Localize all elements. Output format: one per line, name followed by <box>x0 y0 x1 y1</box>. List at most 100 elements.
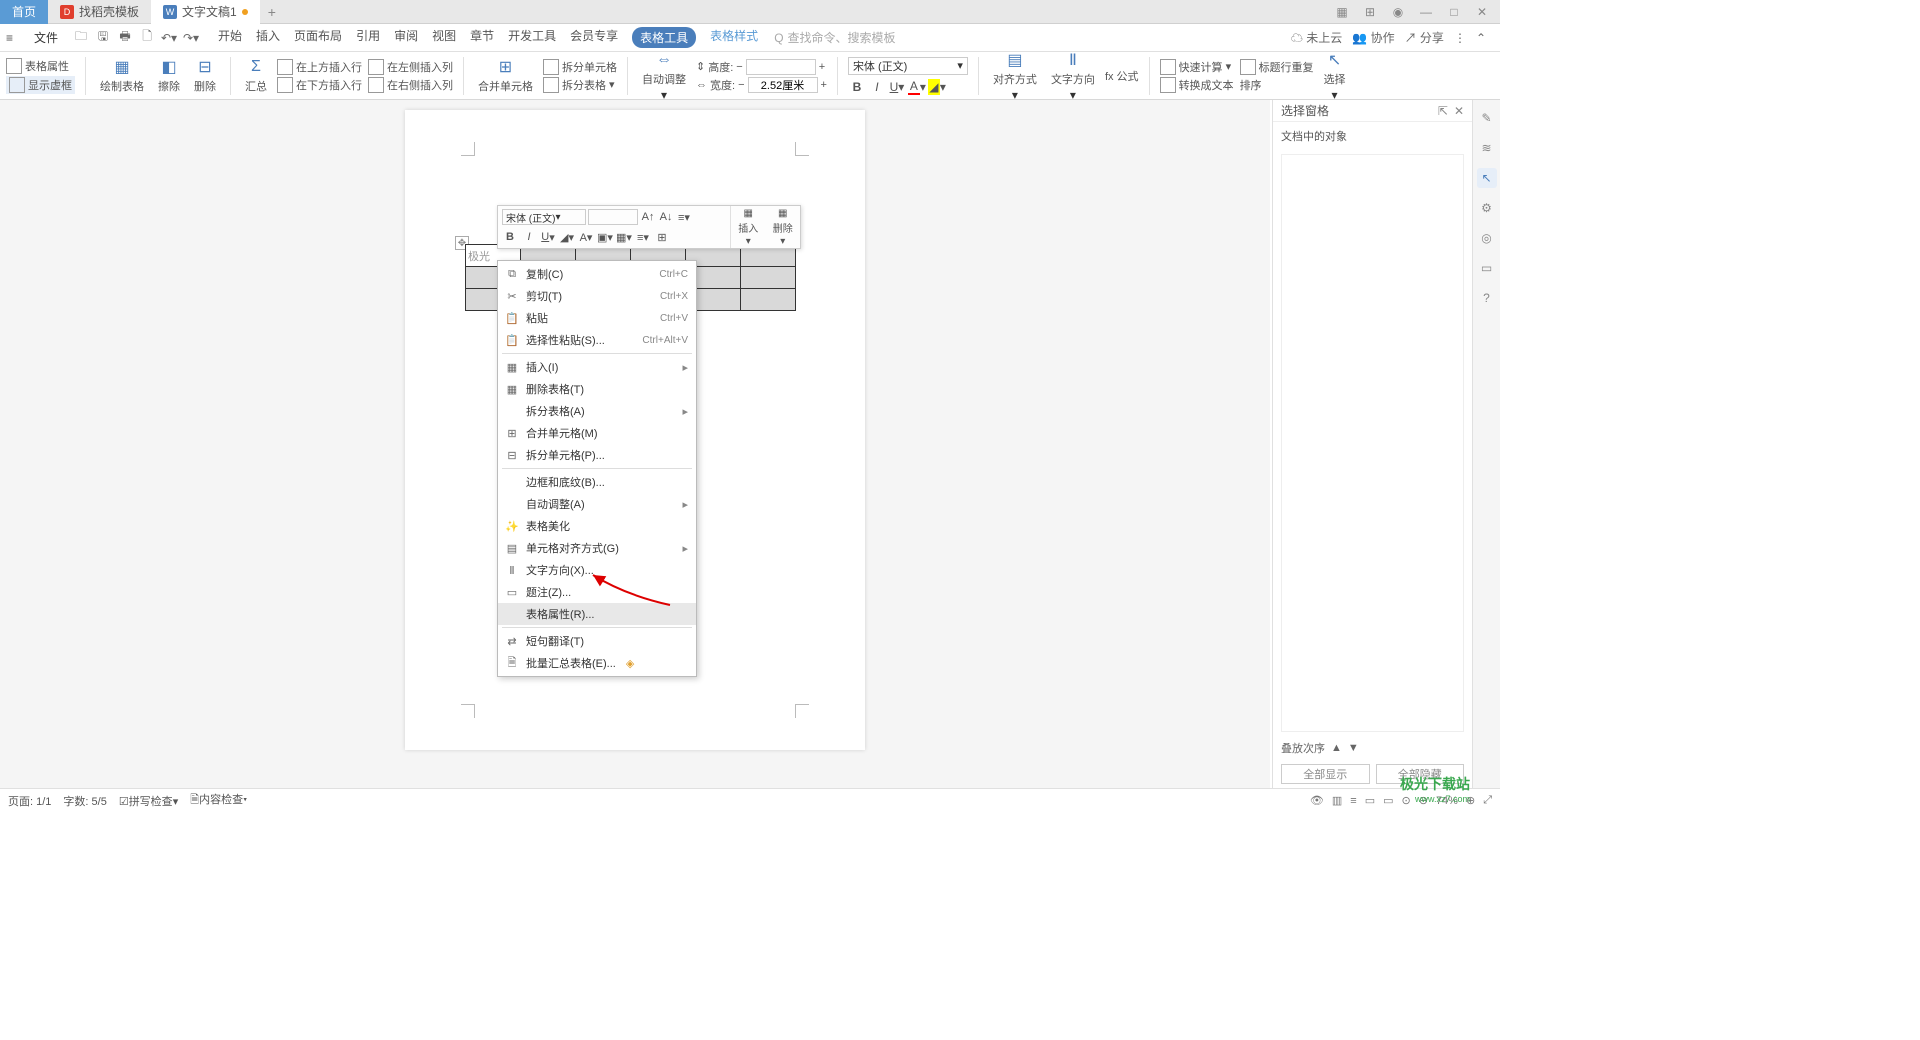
ctx-delete-table[interactable]: ▦删除表格(T) <box>498 378 696 400</box>
italic-icon[interactable]: I <box>521 229 537 245</box>
ctx-translate[interactable]: ⇄短句翻译(T) <box>498 630 696 652</box>
rib-ins-right[interactable]: 在右侧插入列 <box>368 77 453 93</box>
rib-sum[interactable]: Σ汇总 <box>241 57 271 94</box>
zoom-in-icon[interactable]: ⊕ <box>1466 794 1475 807</box>
ctx-insert[interactable]: ▦插入(I)▸ <box>498 356 696 378</box>
menu-view[interactable]: 视图 <box>432 27 456 48</box>
apps-icon[interactable]: ⊞ <box>1360 5 1380 19</box>
pin-icon[interactable]: ⇱ <box>1438 104 1448 118</box>
view-read-icon[interactable]: ▭ <box>1383 794 1393 807</box>
command-search[interactable]: Q 查找命令、搜索模板 <box>774 29 895 46</box>
side-help-icon[interactable]: ? <box>1477 288 1497 308</box>
tab-home[interactable]: 首页 <box>0 0 48 24</box>
rib-delete[interactable]: ⊟删除 <box>190 57 220 94</box>
mini-font-select[interactable]: 宋体 (正文) ▾ <box>502 209 586 225</box>
ctx-merge-cell[interactable]: ⊞合并单元格(M) <box>498 422 696 444</box>
ctx-split-cell[interactable]: ⊟拆分单元格(P)... <box>498 444 696 466</box>
highlight-icon[interactable]: ◢▾ <box>559 229 575 245</box>
layout-icon[interactable]: ▦ <box>1332 5 1352 19</box>
maximize-button[interactable]: □ <box>1444 5 1464 19</box>
menu-dev[interactable]: 开发工具 <box>508 27 556 48</box>
menu-insert[interactable]: 插入 <box>256 27 280 48</box>
focus-icon[interactable]: ⊙ <box>1402 794 1411 807</box>
side-select-icon[interactable]: ↖ <box>1477 168 1497 188</box>
ctx-paste[interactable]: 📋粘贴Ctrl+V <box>498 307 696 329</box>
expand-icon[interactable]: ⌃ <box>1476 31 1486 45</box>
menu-layout[interactable]: 页面布局 <box>294 27 342 48</box>
save-icon[interactable]: 🖫 <box>94 29 112 47</box>
close-button[interactable]: ✕ <box>1472 5 1492 19</box>
rib-textdir[interactable]: Ⅱ文字方向▾ <box>1047 50 1099 102</box>
share-button[interactable]: ↗ 分享 <box>1405 29 1444 46</box>
side-settings-icon[interactable]: ⚙ <box>1477 198 1497 218</box>
ctx-cut[interactable]: ✂剪切(T)Ctrl+X <box>498 285 696 307</box>
menu-start[interactable]: 开始 <box>218 27 242 48</box>
view-outline-icon[interactable]: ≡ <box>1350 795 1356 807</box>
menu-chapter[interactable]: 章节 <box>470 27 494 48</box>
tab-add[interactable]: + <box>260 0 284 24</box>
menu-member[interactable]: 会员专享 <box>570 27 618 48</box>
menu-review[interactable]: 审阅 <box>394 27 418 48</box>
tab-document[interactable]: W文字文稿1 <box>151 0 260 24</box>
rib-width[interactable]: ⇔宽度: − + <box>696 77 827 93</box>
bold-icon[interactable]: B <box>502 229 518 245</box>
tab-templates[interactable]: D找稻壳模板 <box>48 0 151 24</box>
ctx-copy[interactable]: ⧉复制(C)Ctrl+C <box>498 263 696 285</box>
align-icon[interactable]: ≡▾ <box>635 229 651 245</box>
side-book-icon[interactable]: ▭ <box>1477 258 1497 278</box>
view-web-icon[interactable]: ▭ <box>1365 794 1375 807</box>
width-input[interactable] <box>748 77 818 93</box>
redo-icon[interactable]: ↷▾ <box>182 29 200 47</box>
rib-ins-below[interactable]: 在下方插入行 <box>277 77 362 93</box>
hamburger-icon[interactable]: ≡ <box>6 31 24 45</box>
underline-icon[interactable]: U▾ <box>540 229 556 245</box>
side-pencil-icon[interactable]: ✎ <box>1477 108 1497 128</box>
border-icon[interactable]: ▦▾ <box>616 229 632 245</box>
rib-show-vframe[interactable]: 显示虚框 <box>6 76 75 94</box>
ctx-split-table[interactable]: 拆分表格(A)▸ <box>498 400 696 422</box>
font-select[interactable]: 宋体 (正文)▾ <box>848 57 968 75</box>
user-avatar-icon[interactable]: ◉ <box>1388 5 1408 19</box>
move-up-icon[interactable]: ▲ <box>1331 742 1342 754</box>
rib-fx[interactable]: fx 公式 <box>1105 68 1139 84</box>
menu-table-tools[interactable]: 表格工具 <box>632 27 696 48</box>
ctx-paste-special[interactable]: 📋选择性粘贴(S)...Ctrl+Alt+V <box>498 329 696 351</box>
move-down-icon[interactable]: ▼ <box>1348 742 1359 754</box>
cloud-status[interactable]: ☁ 未上云 <box>1291 29 1342 46</box>
bold-button[interactable]: B <box>848 79 866 95</box>
rib-align[interactable]: ▤对齐方式▾ <box>989 50 1041 102</box>
rib-split-cell[interactable]: 拆分单元格 <box>543 59 617 75</box>
decrease-font-icon[interactable]: A↓ <box>658 209 674 225</box>
ctx-autofit[interactable]: 自动调整(A)▸ <box>498 493 696 515</box>
rib-erase[interactable]: ◧擦除 <box>154 57 184 94</box>
close-pane-icon[interactable]: ✕ <box>1454 104 1464 118</box>
zoom-value[interactable]: 74% <box>1436 795 1458 807</box>
fill-icon[interactable]: ▣▾ <box>597 229 613 245</box>
minimize-button[interactable]: — <box>1416 5 1436 19</box>
coop-button[interactable]: 👥 协作 <box>1352 29 1394 46</box>
ctx-cell-align[interactable]: ▤单元格对齐方式(G)▸ <box>498 537 696 559</box>
ctx-textdir[interactable]: Ⅱ文字方向(X)... <box>498 559 696 581</box>
side-location-icon[interactable]: ◎ <box>1477 228 1497 248</box>
status-content[interactable]: 🗎内容检查▾ <box>190 791 247 810</box>
rib-totext[interactable]: 转换成文本 <box>1160 77 1234 93</box>
ctx-beautify[interactable]: ✨表格美化 <box>498 515 696 537</box>
linespacing-icon[interactable]: ≡▾ <box>676 209 692 225</box>
rib-autofit[interactable]: ⇔自动调整▾ <box>638 50 690 102</box>
file-menu[interactable]: 文件 <box>28 27 64 48</box>
menu-table-style[interactable]: 表格样式 <box>710 27 758 48</box>
ctx-borders[interactable]: 边框和底纹(B)... <box>498 471 696 493</box>
status-spell[interactable]: ☑拼写检查▾ <box>119 793 178 809</box>
side-style-icon[interactable]: ≋ <box>1477 138 1497 158</box>
rib-ins-left[interactable]: 在左侧插入列 <box>368 59 453 75</box>
rib-draw-table[interactable]: ▦绘制表格 <box>96 57 148 94</box>
menu-refs[interactable]: 引用 <box>356 27 380 48</box>
mini-size-select[interactable] <box>588 209 638 225</box>
rib-quickcalc[interactable]: 快速计算▾ <box>1160 59 1234 75</box>
rib-select[interactable]: ↖选择▾ <box>1320 50 1350 102</box>
rib-headrepeat[interactable]: 标题行重复 <box>1240 59 1314 75</box>
more-icon[interactable]: ⋮ <box>1454 31 1466 45</box>
preview-icon[interactable]: 🗋 <box>138 29 156 47</box>
merge-icon[interactable]: ⊞ <box>654 229 670 245</box>
mini-insert-button[interactable]: ▦插入▾ <box>731 206 766 248</box>
